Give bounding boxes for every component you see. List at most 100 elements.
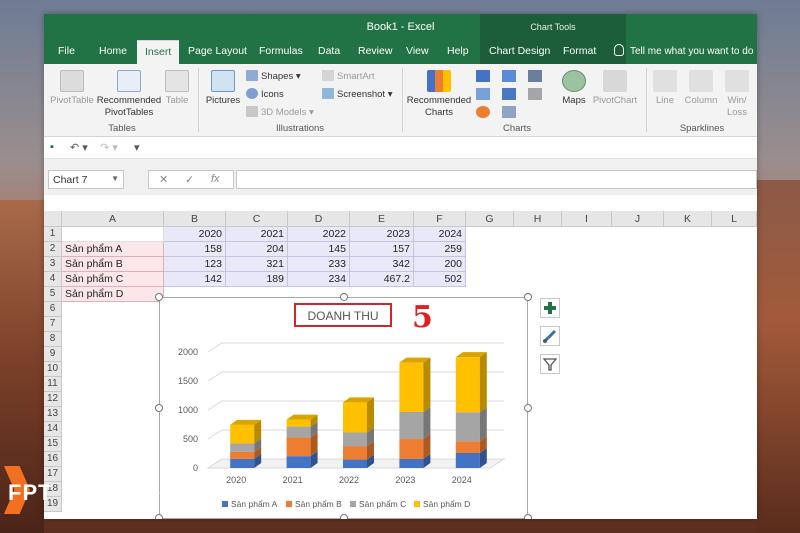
cancel-icon[interactable]: ✕ [159,173,168,186]
row-header[interactable]: 4 [44,272,62,287]
row-header[interactable]: 10 [44,362,62,377]
sparkline-winloss-button[interactable]: Win/ Loss [722,70,752,119]
cell-value[interactable]: 200 [414,257,466,272]
scatter-chart-icon[interactable] [502,106,516,118]
column-header[interactable]: D [288,211,350,227]
select-all-corner[interactable] [44,211,62,227]
cell-value[interactable]: 321 [226,257,288,272]
pivottable-button[interactable]: PivotTable [48,70,96,107]
resize-handle[interactable] [524,514,532,519]
column-header[interactable]: I [562,211,612,227]
row-header[interactable]: 11 [44,377,62,392]
row-header[interactable]: 7 [44,317,62,332]
row-header[interactable]: 9 [44,347,62,362]
cell-year[interactable]: 2021 [226,227,288,242]
resize-handle[interactable] [524,293,532,301]
row-header[interactable]: 8 [44,332,62,347]
column-header[interactable]: F [414,211,466,227]
row-header[interactable]: 6 [44,302,62,317]
sparkline-line-button[interactable]: Line [650,70,680,107]
resize-handle[interactable] [340,514,348,519]
screenshot-button[interactable]: Screenshot ▾ [322,88,392,100]
chart-plot-area[interactable]: 0 500 1000 1500 2000 2020 2021 2022 2023 2024 Sản … [160,298,527,518]
column-header[interactable]: C [226,211,288,227]
resize-handle[interactable] [155,514,163,519]
chart-elements-button[interactable] [540,298,560,318]
tab-data[interactable]: Data [318,45,340,57]
column-header[interactable]: B [164,211,226,227]
undo-icon[interactable]: ↶ ▾ [70,141,88,154]
resize-handle[interactable] [524,404,532,412]
column-header[interactable]: K [664,211,712,227]
combo-chart-icon[interactable] [528,88,542,100]
cell-value[interactable]: 142 [164,272,226,287]
cell-year[interactable]: 2020 [164,227,226,242]
column-header[interactable]: L [712,211,757,227]
enter-icon[interactable]: ✓ [185,173,194,186]
cell-value[interactable]: 158 [164,242,226,257]
row-header[interactable]: 5 [44,287,62,302]
column-header[interactable]: E [350,211,414,227]
column-header[interactable]: H [514,211,562,227]
tab-insert[interactable]: Insert [137,40,180,64]
tab-file[interactable]: File [58,45,75,57]
chart-object[interactable]: DOANH THU 5 0 500 1000 1500 2000 2020 2021 2022… [159,297,528,519]
pictures-button[interactable]: Pictures [204,70,242,107]
maps-button[interactable]: Maps [556,70,592,107]
chart-filters-button[interactable] [540,354,560,374]
row-header[interactable]: 15 [44,437,62,452]
resize-handle[interactable] [155,404,163,412]
sparkline-column-button[interactable]: Column [684,70,718,107]
pie-chart-icon[interactable] [476,106,490,118]
column-header[interactable]: A [62,211,164,227]
cell-product-name[interactable]: Sản phẩm B [62,257,164,272]
cell-value[interactable]: 157 [350,242,414,257]
cell-product-name[interactable]: Sản phẩm D [62,287,164,302]
3d-models-button[interactable]: 3D Models ▾ [246,106,314,118]
column-header[interactable]: G [466,211,514,227]
recommended-charts-button[interactable]: Recommended Charts [406,70,472,119]
chart-styles-button[interactable] [540,326,560,346]
tab-help[interactable]: Help [447,45,469,57]
pivotchart-button[interactable]: PivotChart [592,70,638,107]
cell-value[interactable]: 189 [226,272,288,287]
cell-product-name[interactable]: Sản phẩm A [62,242,164,257]
row-header[interactable]: 12 [44,392,62,407]
row-header[interactable]: 3 [44,257,62,272]
name-box[interactable]: Chart 7 ▼ [48,170,124,189]
cell-product-name[interactable]: Sản phẩm C [62,272,164,287]
cell-value[interactable]: 234 [288,272,350,287]
tab-format[interactable]: Format [563,45,596,57]
cell-value[interactable]: 502 [414,272,466,287]
tab-formulas[interactable]: Formulas [259,45,303,57]
cell-a1[interactable] [62,227,164,242]
tab-view[interactable]: View [406,45,429,57]
customize-qat-icon[interactable]: ▾ [134,141,140,154]
insert-function-icon[interactable]: fx [211,173,220,185]
column-chart-icon[interactable] [476,70,490,82]
shapes-button[interactable]: Shapes ▾ [246,70,301,82]
cell-value[interactable]: 342 [350,257,414,272]
statistic-chart-icon[interactable] [502,88,516,100]
line-chart-icon[interactable] [476,88,490,100]
tab-home[interactable]: Home [99,45,127,57]
icons-button[interactable]: Icons [246,88,284,100]
cell-year[interactable]: 2022 [288,227,350,242]
smartart-button[interactable]: SmartArt [322,70,374,82]
cell-value[interactable]: 259 [414,242,466,257]
formula-input[interactable] [236,170,757,189]
row-header[interactable]: 13 [44,407,62,422]
resize-handle[interactable] [340,293,348,301]
waterfall-chart-icon[interactable] [528,70,542,82]
redo-icon[interactable]: ↷ ▾ [100,141,118,154]
column-header[interactable]: J [612,211,664,227]
resize-handle[interactable] [155,293,163,301]
row-header[interactable]: 14 [44,422,62,437]
cell-value[interactable]: 467.2 [350,272,414,287]
cell-year[interactable]: 2023 [350,227,414,242]
cell-value[interactable]: 123 [164,257,226,272]
tab-page-layout[interactable]: Page Layout [188,45,247,57]
row-header[interactable]: 16 [44,452,62,467]
tab-review[interactable]: Review [358,45,392,57]
row-header[interactable]: 1 [44,227,62,242]
